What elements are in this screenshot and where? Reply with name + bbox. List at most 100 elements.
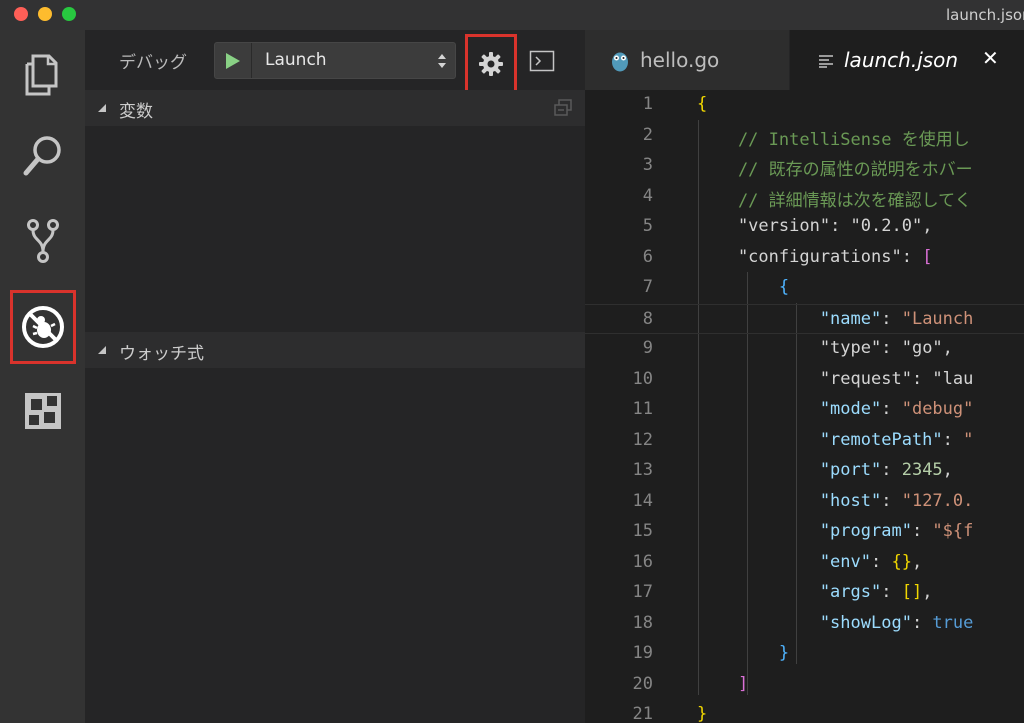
code-token: // 詳細情報は次を確認してく [697, 190, 972, 211]
code-token: : [911, 612, 933, 633]
activity-debug[interactable] [10, 290, 76, 364]
code-token: [ [922, 246, 933, 267]
code-token: {} [891, 551, 912, 572]
code-token: "host" [697, 490, 882, 511]
gear-icon [479, 52, 503, 76]
code-token: : [881, 460, 902, 480]
variables-section-title: 変数 [119, 102, 153, 122]
code-text: } [697, 704, 707, 723]
code-line[interactable]: 14 "host": "127.0. [585, 487, 1024, 517]
code-line[interactable]: 17 "args": [], [585, 578, 1024, 608]
tab-label: hello.go [640, 48, 720, 72]
close-tab-icon[interactable]: ✕ [982, 46, 999, 70]
code-line[interactable]: 6 "configurations": [ [585, 243, 1024, 273]
code-text: // 詳細情報は次を確認してく [697, 186, 972, 211]
tab-label: launch.json [844, 48, 959, 72]
code-text: { [697, 94, 707, 114]
code-line[interactable]: 12 "remotePath": " [585, 426, 1024, 456]
code-token: "args" [697, 582, 882, 602]
code-token: "lau [932, 368, 974, 389]
code-line[interactable]: 9 "type": "go", [585, 334, 1024, 364]
open-launch-json-button[interactable] [465, 34, 517, 94]
code-token: { [697, 277, 790, 297]
code-token: "name" [697, 308, 882, 329]
window-minimize-button[interactable] [38, 7, 52, 21]
code-token: : [911, 521, 933, 541]
code-token: ] [697, 673, 749, 694]
code-token: : [881, 490, 902, 511]
code-token: "env" [697, 551, 871, 572]
code-text: "type": "go", [697, 338, 953, 358]
code-token: "configurations" [697, 246, 902, 267]
code-text: "host": "127.0. [697, 490, 974, 511]
code-line[interactable]: 1{ [585, 90, 1024, 120]
code-token: : [881, 338, 902, 358]
code-line[interactable]: 4 // 詳細情報は次を確認してく [585, 182, 1024, 212]
code-text: { [697, 277, 789, 297]
editor-tabs: hello.go launch.json ✕ [585, 30, 1024, 90]
window-close-button[interactable] [14, 7, 28, 21]
start-debugging-icon[interactable] [225, 52, 241, 70]
code-token: : [830, 216, 851, 236]
line-number: 5 [642, 216, 653, 236]
code-token: , [942, 338, 953, 358]
code-token: "127.0. [901, 490, 974, 511]
debug-toolbar: デバッグ Launch [85, 30, 585, 94]
line-number: 16 [632, 551, 653, 572]
line-number: 6 [642, 246, 653, 267]
code-line[interactable]: 10 "request": "lau [585, 365, 1024, 395]
code-text: // 既存の属性の説明をホバー [697, 155, 973, 180]
code-text: "program": "${f [697, 521, 974, 541]
code-line[interactable]: 13 "port": 2345, [585, 456, 1024, 486]
code-token: 2345 [901, 460, 943, 480]
line-number: 19 [632, 643, 653, 663]
code-line[interactable]: 21} [585, 700, 1024, 723]
code-token: "type" [697, 338, 882, 358]
debug-view-title: デバッグ [119, 53, 187, 73]
collapse-arrow-icon [98, 104, 106, 112]
debug-console-icon[interactable] [529, 50, 555, 72]
code-token: , [942, 460, 953, 480]
code-line[interactable]: 3 // 既存の属性の説明をホバー [585, 151, 1024, 181]
activity-bar [0, 30, 85, 723]
collapse-all-icon[interactable] [553, 99, 573, 117]
select-divider [251, 43, 252, 78]
line-number: 1 [642, 94, 653, 114]
tab-hello-go[interactable]: hello.go [585, 30, 790, 90]
code-line[interactable]: 15 "program": "${f [585, 517, 1024, 547]
activity-search[interactable] [14, 126, 72, 184]
line-number: 20 [632, 673, 653, 694]
extensions-icon [25, 393, 61, 429]
code-line[interactable]: 7 { [585, 273, 1024, 303]
code-token: // IntelliSense を使用し [697, 129, 970, 150]
code-line[interactable]: 18 "showLog": true [585, 609, 1024, 639]
debug-config-select[interactable]: Launch [214, 42, 456, 79]
code-token: true [932, 612, 974, 633]
code-token: , [922, 216, 933, 236]
watch-section-header[interactable]: ウォッチ式 [85, 332, 585, 368]
activity-explorer[interactable] [14, 45, 72, 103]
code-line[interactable]: 11 "mode": "debug" [585, 395, 1024, 425]
code-line[interactable]: 2 // IntelliSense を使用し [585, 121, 1024, 151]
go-file-icon [612, 52, 628, 72]
select-arrows-icon [438, 54, 446, 68]
activity-source-control[interactable] [14, 212, 72, 270]
activity-extensions[interactable] [14, 382, 72, 440]
window-maximize-button[interactable] [62, 7, 76, 21]
code-token: } [697, 643, 790, 663]
variables-section-header[interactable]: 変数 [85, 90, 585, 126]
source-control-icon [27, 219, 59, 263]
code-line[interactable]: 5 "version": "0.2.0", [585, 212, 1024, 242]
code-editor[interactable]: 1{2 // IntelliSense を使用し 3 // 既存の属性の説明をホバ… [585, 90, 1024, 723]
code-line[interactable]: 16 "env": {}, [585, 548, 1024, 578]
code-text: "mode": "debug" [697, 399, 974, 419]
code-line[interactable]: 19 } [585, 639, 1024, 669]
line-number: 10 [632, 368, 653, 389]
code-text: "showLog": true [697, 612, 974, 633]
code-token: : [881, 582, 902, 602]
code-token: "Launch [901, 308, 974, 329]
tab-launch-json[interactable]: launch.json ✕ [790, 30, 1024, 90]
code-line[interactable]: 8 "name": "Launch [585, 303, 1024, 334]
code-line[interactable]: 20 ] [585, 670, 1024, 700]
code-token: : [911, 368, 933, 389]
